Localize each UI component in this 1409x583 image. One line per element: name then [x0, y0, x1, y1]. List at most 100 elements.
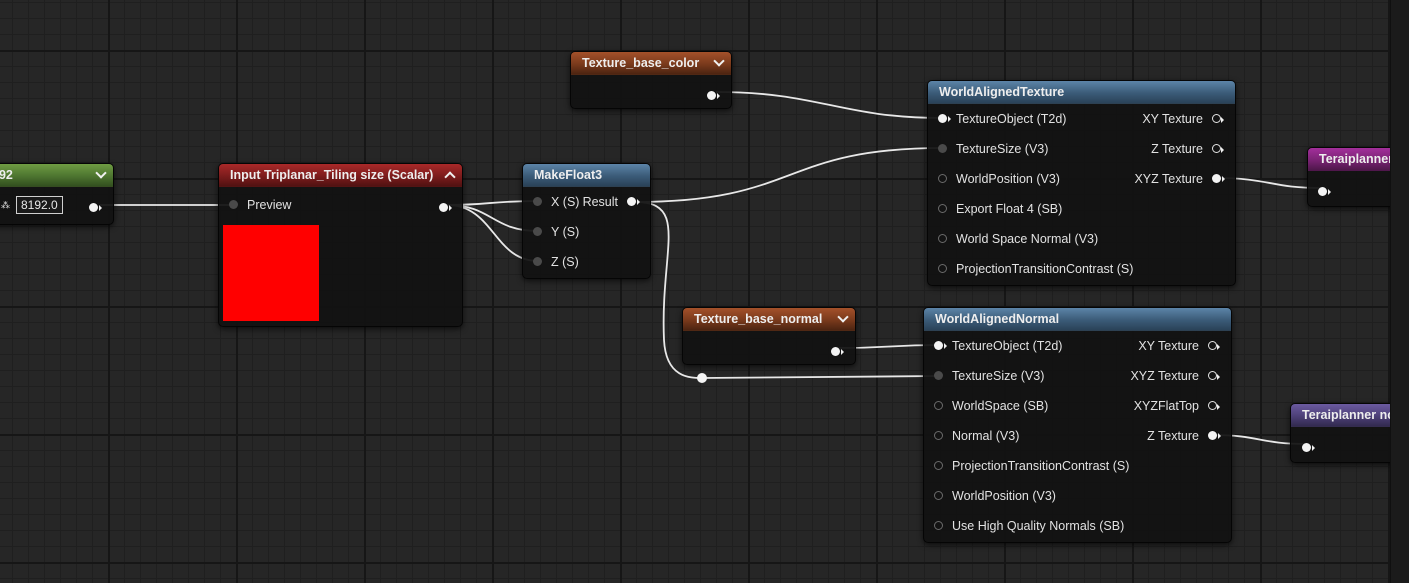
constant-value-input[interactable]: 8192.0 — [16, 196, 63, 214]
makefloat3-input-y[interactable]: Y (S) — [533, 217, 579, 247]
drag-handle-icon[interactable]: ⁂ — [1, 199, 11, 211]
output-label: Result — [582, 195, 618, 209]
makefloat3-input-z[interactable]: Z (S) — [533, 247, 579, 277]
texture-base-color-header[interactable]: Texture_base_color — [571, 52, 731, 75]
wat-output-xyz-texture[interactable]: XYZ Texture — [1134, 164, 1225, 194]
input-label: WorldSpace (SB) — [952, 399, 1049, 413]
input-label: TextureObject (T2d) — [956, 112, 1067, 126]
wat-input-projection-contrast[interactable]: ProjectionTransitionContrast (S) — [938, 254, 1133, 284]
pin-icon[interactable] — [831, 347, 844, 357]
pin-icon[interactable] — [1208, 371, 1220, 381]
pin-icon[interactable] — [1212, 144, 1224, 154]
chevron-down-icon[interactable] — [95, 169, 107, 181]
constant-value-field[interactable]: ⁂ 8192.0 — [1, 196, 63, 214]
pin-icon[interactable] — [1212, 114, 1224, 124]
input-label: ProjectionTransitionContrast (S) — [956, 262, 1134, 276]
output-label: XYZFlatTop — [1133, 399, 1199, 413]
teraiplanner-node-2-title: Teraiplanner no — [1302, 408, 1390, 422]
chevron-down-icon[interactable] — [837, 313, 849, 325]
input-label: ProjectionTransitionContrast (S) — [952, 459, 1130, 473]
pin-icon[interactable] — [934, 341, 947, 351]
pin-icon[interactable] — [533, 257, 542, 267]
tiling-size-node-header[interactable]: Input Triplanar_Tiling size (Scalar) — [219, 164, 462, 187]
pin-icon[interactable] — [938, 174, 947, 184]
texture-base-normal-node[interactable]: Texture_base_normal — [682, 307, 856, 365]
makefloat3-input-x[interactable]: X (S) — [533, 187, 579, 217]
wat-input-world-space-normal[interactable]: World Space Normal (V3) — [938, 224, 1098, 254]
pin-icon[interactable] — [533, 227, 542, 237]
tiling-size-node[interactable]: Input Triplanar_Tiling size (Scalar) Pre… — [218, 163, 463, 327]
wat-input-export-float4[interactable]: Export Float 4 (SB) — [938, 194, 1062, 224]
teraiplanner-node-2-header[interactable]: Teraiplanner no — [1291, 404, 1390, 427]
pin-icon[interactable] — [89, 203, 102, 213]
wat-input-world-position[interactable]: WorldPosition (V3) — [938, 164, 1060, 194]
preview-pin-row[interactable]: Preview — [229, 190, 291, 220]
pin-icon[interactable] — [934, 521, 943, 531]
pin-icon[interactable] — [938, 234, 947, 244]
teraiplanner-node-1-header[interactable]: Teraiplanner — [1308, 148, 1390, 171]
constant-node[interactable]: 192 ⁂ 8192.0 — [0, 163, 114, 225]
texture-base-color-node[interactable]: Texture_base_color — [570, 51, 732, 109]
vertical-scrollbar[interactable] — [1390, 0, 1409, 583]
input-label: Use High Quality Normals (SB) — [952, 519, 1125, 533]
teraiplanner-node-2[interactable]: Teraiplanner no — [1290, 403, 1390, 463]
pin-icon[interactable] — [1208, 401, 1220, 411]
wan-input-normal[interactable]: Normal (V3) — [934, 421, 1019, 451]
wan-output-z-texture[interactable]: Z Texture — [1147, 421, 1221, 451]
wire-basecolor-to-texobj — [715, 91, 944, 119]
wat-output-z-texture[interactable]: Z Texture — [1151, 134, 1224, 164]
preview-label: Preview — [247, 198, 292, 212]
makefloat3-node[interactable]: MakeFloat3 X (S) Y (S) Z (S) Result — [522, 163, 651, 279]
world-aligned-normal-node[interactable]: WorldAlignedNormal TextureObject (T2d) T… — [923, 307, 1232, 543]
wan-input-world-position[interactable]: WorldPosition (V3) — [934, 481, 1056, 511]
input-label: Y (S) — [551, 225, 580, 239]
pin-icon[interactable] — [938, 114, 951, 124]
wat-output-xy-texture[interactable]: XY Texture — [1142, 104, 1224, 134]
pin-icon[interactable] — [938, 264, 947, 274]
pin-icon[interactable] — [934, 461, 943, 471]
pin-icon[interactable] — [934, 431, 943, 441]
pin-icon[interactable] — [1208, 341, 1220, 351]
chevron-down-icon[interactable] — [713, 57, 725, 69]
world-aligned-texture-header[interactable]: WorldAlignedTexture — [928, 81, 1235, 104]
wan-input-projection-contrast[interactable]: ProjectionTransitionContrast (S) — [934, 451, 1129, 481]
wan-output-xyz-texture[interactable]: XYZ Texture — [1130, 361, 1220, 391]
makefloat3-output-result[interactable]: Result — [582, 187, 640, 217]
constant-node-header[interactable]: 192 — [0, 164, 113, 187]
pin-icon[interactable] — [938, 144, 947, 154]
world-aligned-normal-header[interactable]: WorldAlignedNormal — [924, 308, 1231, 331]
pin-icon[interactable] — [439, 203, 452, 213]
input-label: Export Float 4 (SB) — [956, 202, 1063, 216]
pin-icon[interactable] — [229, 200, 238, 210]
input-label: Normal (V3) — [952, 429, 1020, 443]
wan-output-xy-texture[interactable]: XY Texture — [1138, 331, 1220, 361]
wan-output-xyz-flattop[interactable]: XYZFlatTop — [1133, 391, 1220, 421]
wan-input-high-quality-normals[interactable]: Use High Quality Normals (SB) — [934, 511, 1124, 541]
wat-input-texture-object[interactable]: TextureObject (T2d) — [938, 104, 1066, 134]
pin-icon[interactable] — [1302, 443, 1315, 453]
pin-icon[interactable] — [938, 204, 947, 214]
pin-icon[interactable] — [1318, 187, 1331, 197]
output-label: XY Texture — [1142, 112, 1203, 126]
teraiplanner-node-1[interactable]: Teraiplanner — [1307, 147, 1390, 207]
output-label: Z Texture — [1147, 429, 1199, 443]
pin-icon[interactable] — [934, 371, 943, 381]
wan-input-texture-object[interactable]: TextureObject (T2d) — [934, 331, 1062, 361]
pin-icon[interactable] — [707, 91, 720, 101]
pin-icon[interactable] — [934, 491, 943, 501]
input-label: WorldPosition (V3) — [952, 489, 1056, 503]
makefloat3-node-header[interactable]: MakeFloat3 — [523, 164, 650, 187]
wan-input-world-space[interactable]: WorldSpace (SB) — [934, 391, 1048, 421]
material-graph-canvas[interactable]: 192 ⁂ 8192.0 Input Triplanar_Tiling size… — [0, 0, 1390, 583]
pin-icon[interactable] — [1208, 431, 1221, 441]
pin-icon[interactable] — [934, 401, 943, 411]
pin-icon[interactable] — [1212, 174, 1225, 184]
world-aligned-texture-node[interactable]: WorldAlignedTexture TextureObject (T2d) … — [927, 80, 1236, 286]
texture-base-normal-header[interactable]: Texture_base_normal — [683, 308, 855, 331]
pin-icon[interactable] — [533, 197, 542, 207]
output-label: XYZ Texture — [1130, 369, 1199, 383]
pin-icon[interactable] — [627, 197, 640, 207]
chevron-up-icon[interactable] — [444, 169, 456, 181]
wat-input-texture-size[interactable]: TextureSize (V3) — [938, 134, 1048, 164]
wan-input-texture-size[interactable]: TextureSize (V3) — [934, 361, 1044, 391]
